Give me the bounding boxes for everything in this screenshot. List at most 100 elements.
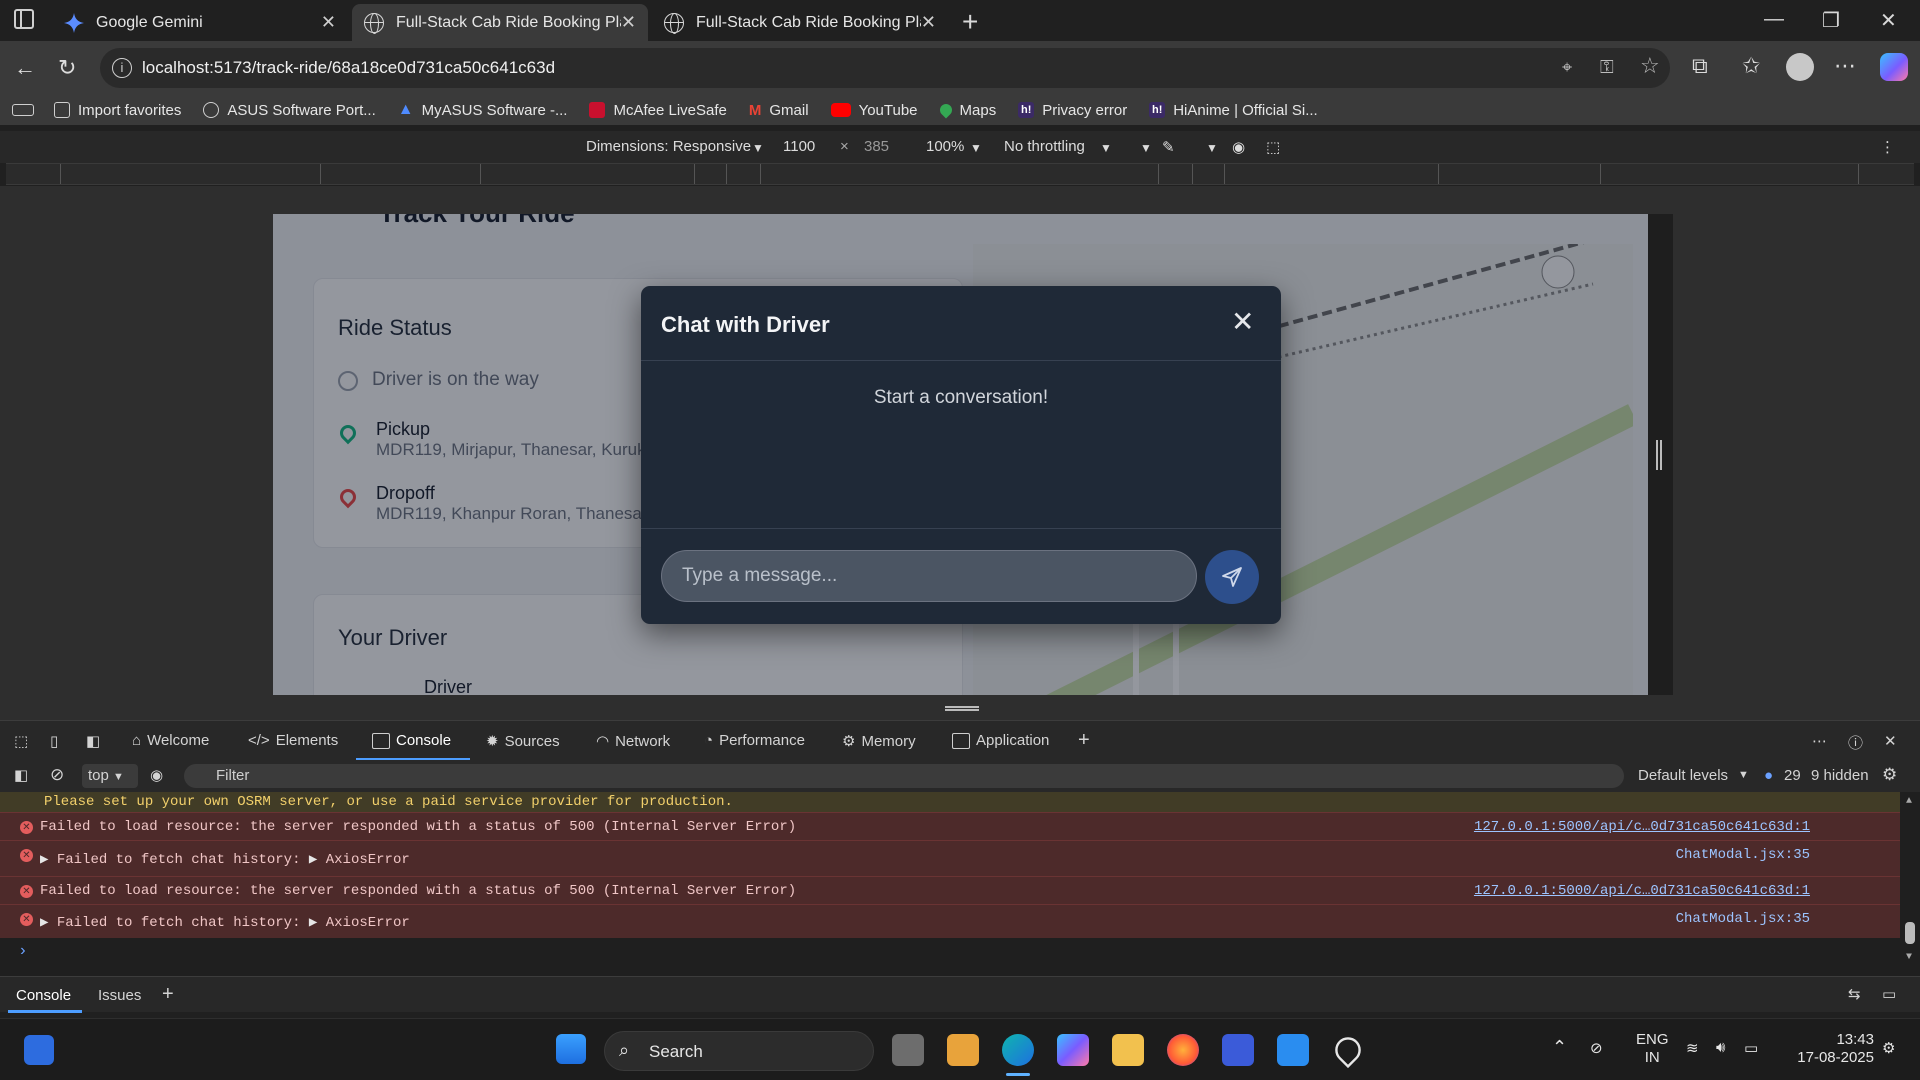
site-info-icon[interactable]: i [112,58,132,78]
context-select[interactable]: top ▼ [82,764,138,788]
edge-icon[interactable] [1002,1034,1034,1066]
drawer-tab-console[interactable]: Console [16,987,71,1004]
url-text[interactable]: localhost:5173/track-ride/68a18ce0d731ca… [142,58,555,78]
tray-chevron-up-icon[interactable]: ⌃ [1552,1037,1567,1058]
log-levels-select[interactable]: Default levels [1638,767,1728,784]
chevron-down-icon[interactable]: ▼ [752,141,764,155]
error-object[interactable]: AxiosError [326,852,410,868]
favorite-hianime[interactable]: h! HiAnime | Official Si... [1149,102,1318,119]
refresh-icon[interactable]: ↻ [58,55,76,81]
message-count[interactable]: 29 [1784,767,1801,784]
sidebar-toggle-icon[interactable] [14,9,34,29]
dimensions-select[interactable]: Dimensions: Responsive [586,138,751,155]
tab-cab-booking-active[interactable]: Full-Stack Cab Ride Booking Platf ✕ [352,4,648,41]
device-mode-icon[interactable]: ▯ [50,732,58,750]
expand-triangle-icon[interactable]: ▶ [40,852,57,868]
task-view-icon[interactable] [892,1034,924,1066]
app-icon[interactable] [1222,1034,1254,1066]
add-drawer-tab-icon[interactable]: + [162,983,174,1006]
network-off-icon[interactable]: ⊘ [1590,1039,1603,1057]
widgets-icon[interactable] [24,1035,54,1065]
chat-message-input[interactable] [661,550,1197,602]
settings-gear-icon[interactable]: ⚙ [1882,765,1897,785]
close-icon[interactable]: ✕ [921,12,936,33]
scroll-up-icon[interactable]: ▲ [1906,796,1912,807]
tab-sources[interactable]: ✹ Sources [486,732,560,751]
tab-network[interactable]: ◠ Network [596,732,670,751]
tab-welcome[interactable]: ⌂ Welcome [132,732,209,749]
tab-performance[interactable]: ◔ Performance [704,732,805,749]
extensions-icon[interactable]: ⧉ [1692,53,1708,79]
bottom-resize-grip-icon[interactable] [945,706,979,711]
chevron-down-icon[interactable]: ▼ [1140,141,1152,155]
clear-console-icon[interactable]: ⊘ [50,765,64,785]
chevron-down-icon[interactable]: ▼ [1100,141,1112,155]
mongodb-compass-icon[interactable] [1329,1031,1367,1069]
tab-elements[interactable]: </> Elements [248,732,338,749]
error-object[interactable]: AxiosError [326,915,410,931]
taskbar-search[interactable]: ⌕ Search [604,1031,874,1071]
tab-google-gemini[interactable]: Google Gemini ✕ [52,4,348,41]
expand-triangle-icon[interactable]: ▶ [40,915,57,931]
language-indicator[interactable]: ENG IN [1636,1031,1669,1067]
volume-icon[interactable]: 🔊︎ [1716,1039,1725,1056]
help-icon[interactable]: ⓘ [1848,732,1863,753]
console-scrollbar[interactable]: ▲ ▼ [1900,792,1920,976]
error-message-block[interactable]: ▶ Failed to fetch chat history: ▶ AxiosE… [40,914,410,931]
rotate-icon[interactable]: ⬚ [1266,138,1280,156]
close-icon[interactable]: ✕ [321,12,336,33]
windows-start-icon[interactable] [556,1034,586,1064]
chevron-down-icon[interactable]: ▼ [1206,141,1218,155]
error-source-link[interactable]: ChatModal.jsx:35 [1676,911,1810,927]
eye-icon[interactable]: ◉ [1232,138,1245,156]
file-explorer-icon[interactable] [1112,1034,1144,1066]
new-tab-icon[interactable]: + [962,6,978,38]
width-input[interactable]: 1100 [783,138,815,155]
add-tab-icon[interactable]: + [1078,729,1090,752]
expand-triangle-icon[interactable]: ▶ [309,852,326,868]
copilot-icon[interactable] [1880,53,1908,81]
address-bar[interactable]: i localhost:5173/track-ride/68a18ce0d731… [100,48,1670,88]
tab-console[interactable]: Console [372,732,451,749]
copilot-app-icon[interactable] [1057,1034,1089,1066]
drawer-tab-issues[interactable]: Issues [98,987,141,1004]
window-close-icon[interactable]: ✕ [1880,8,1897,33]
close-drawer-icon[interactable]: ▭ [1882,985,1896,1003]
reading-view-icon[interactable] [12,104,34,116]
console-prompt[interactable]: › [18,942,28,960]
clock[interactable]: 13:43 17-08-2025 [1786,1031,1874,1067]
favorite-myasus[interactable]: ▲ MyASUS Software -... [398,101,568,119]
profile-avatar[interactable] [1786,53,1814,81]
store-icon[interactable] [947,1034,979,1066]
error-source-link[interactable]: ChatModal.jsx:35 [1676,847,1810,863]
filter-input[interactable]: Filter [184,764,1624,788]
favorite-asus[interactable]: ASUS Software Port... [203,102,376,119]
chevron-down-icon[interactable]: ▼ [970,141,982,155]
minimize-icon[interactable]: — [1764,8,1784,31]
throttling-select[interactable]: No throttling [1004,138,1085,155]
restore-icon[interactable]: ❐ [1822,8,1840,33]
chevron-down-icon[interactable]: ▼ [1738,769,1749,781]
dock-drawer-icon[interactable]: ⇆ [1848,985,1861,1003]
key-icon[interactable]: ⚿ [1600,57,1614,78]
favorite-maps[interactable]: Maps [937,102,996,119]
favorite-import[interactable]: Import favorites [54,102,181,119]
error-source-link[interactable]: 127.0.0.1:5000/api/c…0d731ca50c641c63d:1 [1474,819,1810,835]
favorite-youtube[interactable]: YouTube [830,102,918,119]
tab-application[interactable]: Application [952,732,1049,749]
battery-icon[interactable]: ▭ [1744,1039,1758,1057]
more-tools-icon[interactable]: ⋯ [1812,732,1827,750]
wifi-icon[interactable]: ≋ [1686,1039,1699,1057]
favorite-gmail[interactable]: M Gmail [749,102,809,119]
close-devtools-icon[interactable]: ✕ [1884,732,1897,750]
sidebar-icon[interactable]: ◧ [14,766,28,784]
vscode-icon[interactable] [1277,1034,1309,1066]
favorite-star-icon[interactable]: ☆ [1640,53,1660,79]
error-message-block[interactable]: ▶ Failed to fetch chat history: ▶ AxiosE… [40,851,410,868]
expand-triangle-icon[interactable]: ▶ [309,915,326,931]
send-button[interactable] [1205,550,1259,604]
tab-cab-booking[interactable]: Full-Stack Cab Ride Booking Platf ✕ [652,4,948,41]
live-expression-icon[interactable]: ◉ [150,766,163,784]
device-more-icon[interactable]: ⋮ [1880,138,1895,156]
back-icon[interactable]: ← [14,55,36,81]
